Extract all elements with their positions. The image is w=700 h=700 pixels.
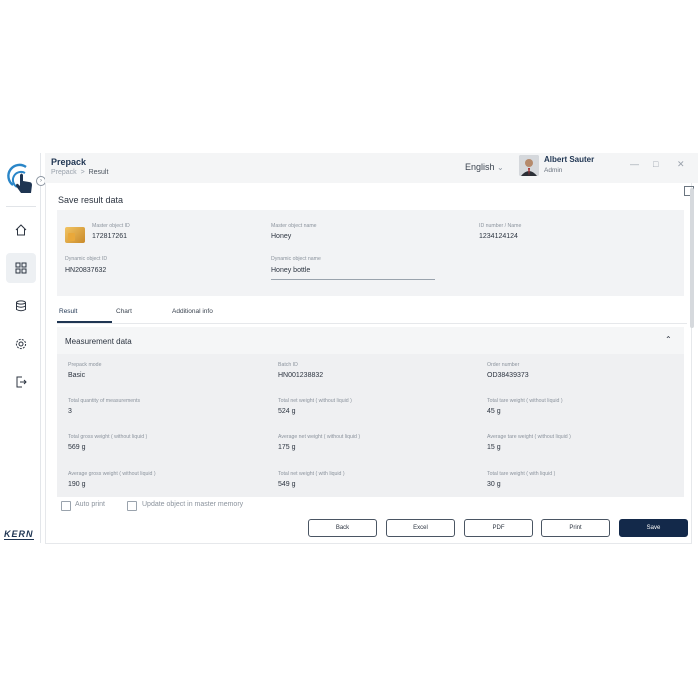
field-value: 30 g	[487, 481, 501, 488]
app-title: Prepack	[51, 157, 87, 167]
master-object-name-value: Honey	[271, 233, 292, 240]
master-object-name-label: Master object name	[271, 223, 317, 229]
kern-logo: KERN	[4, 529, 34, 540]
content-scrollbar[interactable]	[690, 188, 694, 328]
field-value: OD38439373	[487, 372, 529, 379]
language-label: English	[465, 162, 495, 172]
tab-indicator	[57, 321, 112, 323]
main-content: Save result data Master object ID 172817…	[45, 183, 694, 544]
field-label: Total tare weight ( without liquid )	[487, 398, 563, 404]
touch-logo-icon	[4, 159, 38, 199]
field-label: Total gross weight ( without liquid )	[68, 434, 148, 440]
avatar[interactable]	[519, 155, 539, 176]
language-selector[interactable]: English ⌄	[465, 162, 504, 172]
dynamic-object-name-underline	[271, 279, 435, 280]
field-value: 549 g	[278, 481, 296, 488]
field-label: Total tare weight ( with liquid )	[487, 471, 556, 477]
field-value: 524 g	[278, 408, 296, 415]
object-info-panel: Master object ID 172817261 Master object…	[57, 210, 684, 296]
field-value: 45 g	[487, 408, 501, 415]
field-value: Basic	[68, 372, 86, 379]
breadcrumb: Prepack > Result	[51, 169, 108, 176]
field-value: 15 g	[487, 444, 501, 451]
rail-divider	[6, 206, 36, 207]
print-button[interactable]: Print	[541, 519, 610, 537]
field-label: Average tare weight ( without liquid )	[487, 434, 571, 440]
auto-print-label: Auto print	[75, 501, 105, 508]
excel-button[interactable]: Excel	[386, 519, 455, 537]
field-label: Order number	[487, 362, 520, 368]
field-label: Average net weight ( without liquid )	[278, 434, 361, 440]
nav-dashboard[interactable]	[6, 253, 36, 283]
pdf-button[interactable]: PDF	[464, 519, 533, 537]
database-icon	[16, 300, 26, 312]
field-value: 569 g	[68, 444, 86, 451]
field-label: Total net weight ( with liquid )	[278, 471, 345, 477]
nav-rail: KERN	[0, 153, 41, 543]
chevron-down-icon: ⌄	[497, 163, 504, 172]
master-object-id-label: Master object ID	[92, 223, 130, 229]
dynamic-object-name-label: Dynamic object name	[271, 256, 321, 262]
dashboard-icon	[15, 262, 27, 274]
auto-print-checkbox[interactable]	[61, 501, 71, 511]
back-button[interactable]: Back	[308, 519, 377, 537]
dynamic-object-id-value: HN20837632	[65, 267, 107, 274]
app-window: KERN › Prepack Prepack > Result English …	[0, 153, 698, 544]
field-label: Prepack mode	[68, 362, 102, 368]
chevron-up-icon[interactable]: ⌃	[665, 335, 672, 344]
update-master-label: Update object in master memory	[142, 501, 244, 508]
field-label: Average gross weight ( without liquid )	[68, 471, 156, 477]
field-value: HN001238832	[278, 372, 324, 379]
measurement-title: Measurement data	[65, 337, 132, 346]
user-name: Albert Sauter	[544, 155, 595, 164]
maximize-icon[interactable]: □	[653, 159, 658, 169]
nav-settings[interactable]	[6, 329, 36, 359]
measurement-section: Measurement data ⌃ Prepack mode Basic Ba…	[57, 327, 684, 497]
field-label: Total net weight ( without liquid )	[278, 398, 352, 404]
field-label: Total quantity of measurements	[68, 398, 141, 404]
field-value: 175 g	[278, 444, 296, 451]
update-master-checkbox[interactable]	[127, 501, 137, 511]
tab-additional-info[interactable]: Additional info	[172, 308, 213, 315]
home-icon	[15, 224, 27, 236]
tab-chart[interactable]: Chart	[116, 308, 132, 315]
logout-icon	[16, 376, 27, 388]
page-title: Save result data	[58, 195, 124, 205]
field-value: 190 g	[68, 481, 86, 488]
id-number-value: 1234124124	[479, 233, 518, 240]
master-object-id-value: 172817261	[92, 233, 128, 240]
header: Prepack Prepack > Result English ⌄ Alber…	[45, 153, 698, 183]
field-value: 3	[68, 408, 72, 415]
nav-home[interactable]	[6, 215, 36, 245]
dynamic-object-id-label: Dynamic object ID	[65, 256, 108, 262]
close-icon[interactable]: ✕	[677, 159, 685, 170]
nav-database[interactable]	[6, 291, 36, 321]
measurement-grid: Prepack mode Basic Batch ID HN001238832 …	[57, 354, 684, 497]
id-number-label: ID number / Name	[479, 223, 522, 229]
minimize-icon[interactable]: —	[630, 159, 639, 169]
object-thumbnail	[65, 227, 85, 243]
tab-result[interactable]: Result	[59, 308, 77, 315]
user-role: Admin	[544, 167, 563, 174]
settings-icon	[15, 338, 27, 350]
breadcrumb-separator: >	[80, 169, 85, 176]
dynamic-object-name-input[interactable]: Honey bottle	[271, 267, 310, 274]
field-label: Batch ID	[278, 362, 298, 368]
result-tabs: Result Chart Additional info	[57, 305, 687, 324]
breadcrumb-current: Result	[88, 169, 109, 176]
nav-logout[interactable]	[6, 367, 36, 397]
save-button[interactable]: Save	[619, 519, 688, 537]
breadcrumb-parent[interactable]: Prepack	[51, 169, 77, 176]
